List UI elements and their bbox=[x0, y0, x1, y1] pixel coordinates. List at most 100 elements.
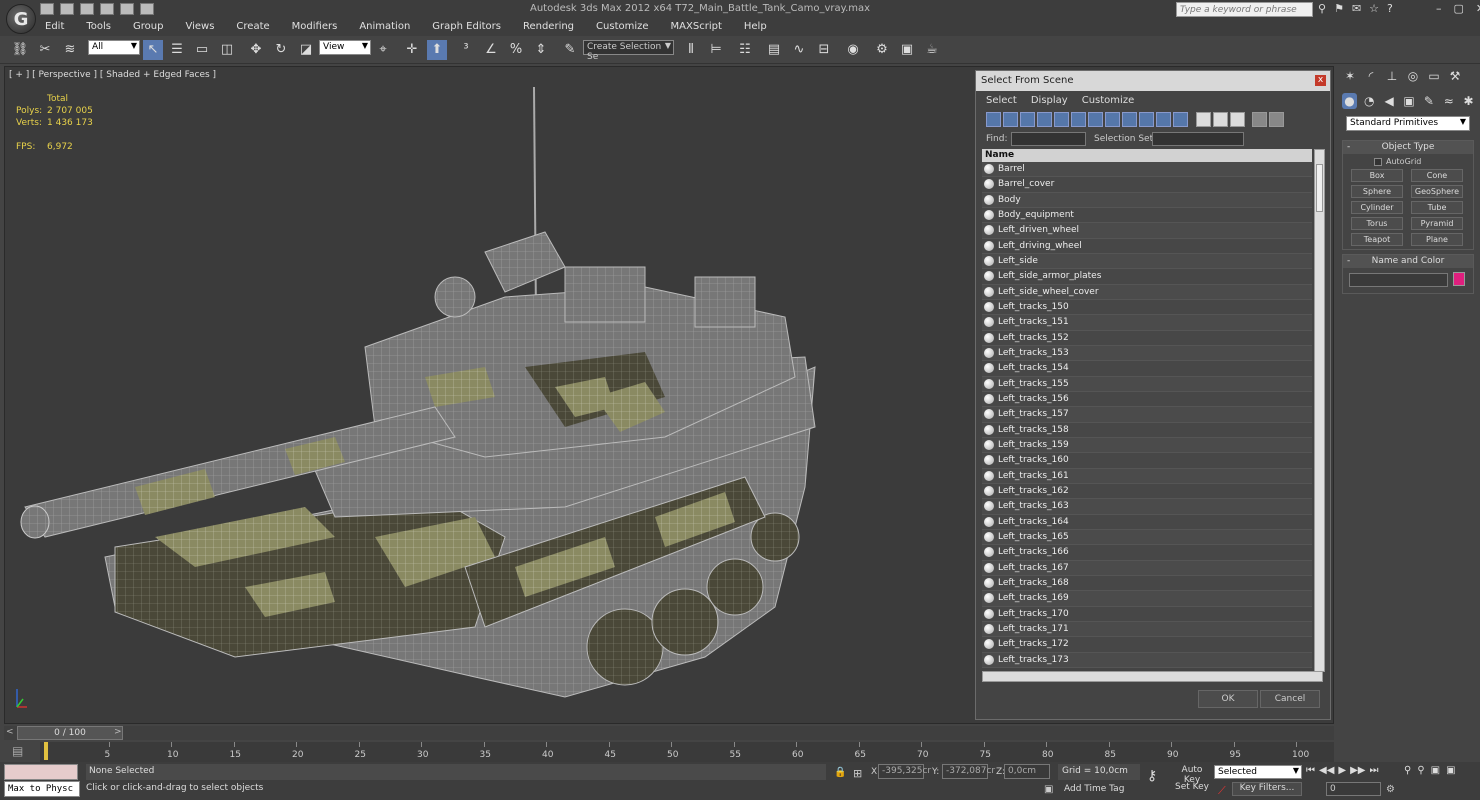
menu-graph-editors[interactable]: Graph Editors bbox=[431, 19, 510, 35]
list-item[interactable]: Left_tracks_154 bbox=[982, 361, 1312, 377]
list-item[interactable]: Left_tracks_173 bbox=[982, 652, 1312, 668]
display-helpers-icon[interactable] bbox=[1054, 112, 1069, 127]
display-xrefs-icon[interactable] bbox=[1105, 112, 1120, 127]
track-bar[interactable]: 5 10 15 20 25 30 35 40 45 50 55 60 65 70 75 80 85 90 95 100 bbox=[40, 742, 1334, 762]
maxscript-mini-listener[interactable]: Max to Physc bbox=[4, 781, 80, 797]
auto-key-button[interactable]: Auto Key bbox=[1172, 765, 1212, 785]
menu-help[interactable]: Help bbox=[743, 19, 776, 35]
object-name-input[interactable] bbox=[1349, 273, 1448, 287]
current-frame-field[interactable]: 0 bbox=[1326, 782, 1381, 796]
display-frozen-icon[interactable] bbox=[1156, 112, 1171, 127]
select-by-name-icon[interactable]: ☰ bbox=[167, 40, 187, 60]
display-bones-icon[interactable] bbox=[1122, 112, 1137, 127]
go-to-start-icon[interactable]: ⏮ bbox=[1306, 765, 1315, 776]
menu-create[interactable]: Create bbox=[235, 19, 278, 35]
zoom-icon[interactable]: ⚲ bbox=[1404, 765, 1411, 776]
list-item[interactable]: Left_tracks_168 bbox=[982, 575, 1312, 592]
dialog-menu-customize[interactable]: Customize bbox=[1082, 93, 1135, 107]
list-item[interactable]: Left_tracks_162 bbox=[982, 483, 1312, 500]
primitive-category-combo[interactable]: Standard Primitives ▼ bbox=[1346, 116, 1470, 131]
display-geometry-icon[interactable] bbox=[986, 112, 1001, 127]
teapot-button[interactable]: Teapot bbox=[1351, 233, 1403, 246]
display-containers-icon[interactable] bbox=[1139, 112, 1154, 127]
modify-tab-icon[interactable]: ◜ bbox=[1363, 68, 1379, 84]
render-setup-icon[interactable]: ⚙ bbox=[872, 40, 892, 60]
menu-edit[interactable]: Edit bbox=[44, 19, 73, 35]
save-file-icon[interactable] bbox=[80, 3, 94, 15]
list-item[interactable]: Left_tracks_161 bbox=[982, 468, 1312, 484]
geosphere-button[interactable]: GeoSphere bbox=[1411, 185, 1463, 198]
y-coordinate-field[interactable]: -372,087cr bbox=[942, 764, 995, 779]
filter-icon[interactable] bbox=[1252, 112, 1267, 127]
percent-snap-icon[interactable]: % bbox=[506, 40, 526, 60]
selection-lock-icon[interactable]: 🔒 bbox=[834, 767, 846, 778]
shapes-icon[interactable]: ◔ bbox=[1362, 93, 1377, 109]
menu-rendering[interactable]: Rendering bbox=[522, 19, 583, 35]
selection-filter-combo[interactable]: All ▼ bbox=[88, 40, 140, 55]
helpers-icon[interactable]: ✎ bbox=[1421, 93, 1436, 109]
display-hidden-icon[interactable] bbox=[1173, 112, 1188, 127]
time-configuration-icon[interactable]: ⚙ bbox=[1386, 784, 1395, 795]
display-spacewarps-icon[interactable] bbox=[1071, 112, 1086, 127]
render-production-icon[interactable]: ☕ bbox=[922, 40, 942, 60]
list-item[interactable]: Left_tracks_158 bbox=[982, 422, 1312, 438]
selection-set-combo[interactable] bbox=[1152, 132, 1244, 146]
list-item[interactable]: Left_tracks_159 bbox=[982, 437, 1312, 454]
rectangular-selection-icon[interactable]: ▭ bbox=[192, 40, 212, 60]
maximize-icon[interactable]: ▢ bbox=[1454, 2, 1464, 15]
time-slider-thumb[interactable]: 0 / 100 bbox=[17, 726, 123, 740]
list-item[interactable]: Body bbox=[982, 192, 1312, 208]
cone-button[interactable]: Cone bbox=[1411, 169, 1463, 182]
menu-group[interactable]: Group bbox=[132, 19, 172, 35]
autogrid-checkbox[interactable]: AutoGrid bbox=[1374, 157, 1421, 166]
maxscript-listener-output[interactable] bbox=[4, 764, 78, 780]
lights-icon[interactable]: ◀ bbox=[1382, 93, 1397, 109]
create-tab-icon[interactable]: ✶ bbox=[1342, 68, 1358, 84]
project-folder-icon[interactable] bbox=[140, 3, 154, 15]
spinner-snap-icon[interactable]: ⇕ bbox=[531, 40, 551, 60]
display-none-icon[interactable] bbox=[1213, 112, 1228, 127]
list-item[interactable]: Left_tracks_166 bbox=[982, 545, 1312, 561]
set-key-tangent-icon[interactable]: ⟋ bbox=[1218, 784, 1226, 798]
list-item[interactable]: Barrel bbox=[982, 162, 1312, 178]
move-icon[interactable]: ✥ bbox=[246, 40, 266, 60]
next-frame-icon[interactable]: > bbox=[114, 727, 122, 737]
z-coordinate-field[interactable]: 0,0cm bbox=[1004, 764, 1050, 779]
object-type-header[interactable]: - Object Type bbox=[1343, 141, 1473, 154]
list-item[interactable]: Left_tracks_164 bbox=[982, 514, 1312, 530]
mirror-icon[interactable]: ⫴ bbox=[681, 40, 701, 60]
list-item[interactable]: Left_driven_wheel bbox=[982, 223, 1312, 239]
display-shapes-icon[interactable] bbox=[1003, 112, 1018, 127]
key-filters-button[interactable]: Key Filters... bbox=[1232, 782, 1302, 796]
current-frame-marker[interactable] bbox=[44, 742, 48, 760]
snap-3d-icon[interactable]: ³ bbox=[456, 40, 476, 60]
menu-tools[interactable]: Tools bbox=[85, 19, 120, 35]
set-key-button[interactable]: Set Key bbox=[1172, 782, 1212, 796]
display-groups-icon[interactable] bbox=[1088, 112, 1103, 127]
cylinder-button[interactable]: Cylinder bbox=[1351, 201, 1403, 214]
list-item[interactable]: Left_tracks_160 bbox=[982, 453, 1312, 469]
filter-options-icon[interactable] bbox=[1269, 112, 1284, 127]
communication-icon[interactable]: ✉ bbox=[1352, 2, 1361, 15]
close-icon[interactable]: x bbox=[1315, 75, 1326, 86]
name-and-color-header[interactable]: - Name and Color bbox=[1343, 255, 1473, 268]
named-selection-set-combo[interactable]: Create Selection Se ▼ bbox=[583, 40, 674, 62]
x-coordinate-field[interactable]: -395,325cr bbox=[878, 764, 931, 779]
list-item[interactable]: Left_tracks_169 bbox=[982, 591, 1312, 607]
checkbox-box[interactable] bbox=[1374, 157, 1382, 166]
minimize-icon[interactable]: – bbox=[1436, 2, 1442, 15]
display-cameras-icon[interactable] bbox=[1037, 112, 1052, 127]
time-slider[interactable]: < 0 / 100 > bbox=[4, 726, 1334, 740]
favorites-icon[interactable]: ☆ bbox=[1369, 2, 1379, 15]
list-item[interactable]: Left_tracks_156 bbox=[982, 391, 1312, 408]
list-item[interactable]: Body_equipment bbox=[982, 207, 1312, 224]
cameras-icon[interactable]: ▣ bbox=[1402, 93, 1417, 109]
systems-icon[interactable]: ✱ bbox=[1461, 93, 1476, 109]
play-icon[interactable]: ▶ bbox=[1338, 765, 1346, 776]
pyramid-button[interactable]: Pyramid bbox=[1411, 217, 1463, 230]
rotate-icon[interactable]: ↻ bbox=[271, 40, 291, 60]
menu-customize[interactable]: Customize bbox=[595, 19, 658, 35]
previous-key-icon[interactable]: ◀◀ bbox=[1319, 765, 1334, 776]
open-file-icon[interactable] bbox=[60, 3, 74, 15]
angle-snap-icon[interactable]: ∠ bbox=[481, 40, 501, 60]
